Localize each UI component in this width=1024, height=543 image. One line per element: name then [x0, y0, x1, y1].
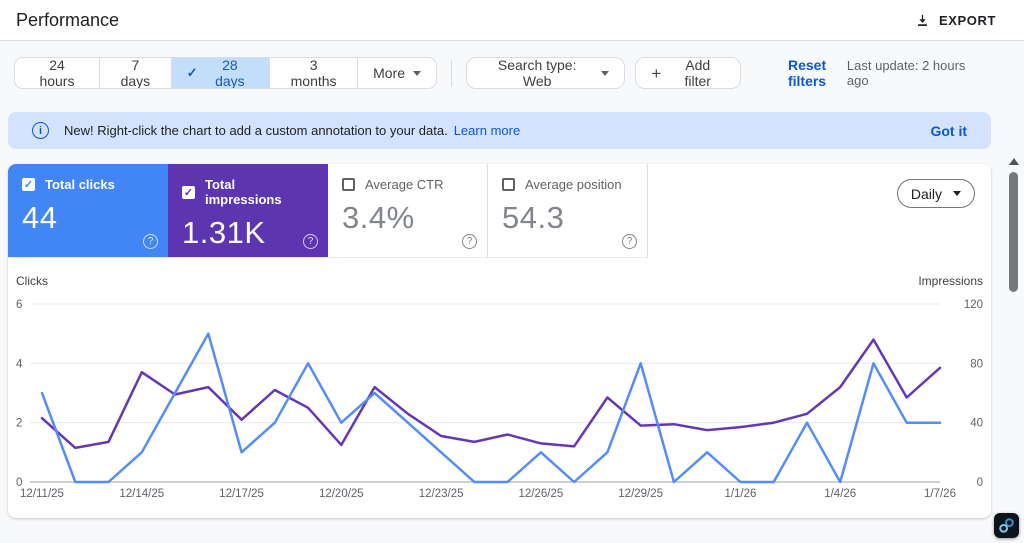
- granularity-label: Daily: [910, 185, 942, 202]
- metric-label: Average CTR: [365, 177, 444, 192]
- export-label: EXPORT: [938, 12, 996, 28]
- svg-text:12/26/25: 12/26/25: [519, 488, 564, 500]
- annotation-banner: i New! Right-click the chart to add a cu…: [8, 112, 991, 149]
- chevron-down-icon: [413, 70, 422, 76]
- granularity-dropdown[interactable]: Daily: [896, 179, 975, 208]
- performance-card: ✓ Total clicks 44 ? ✓ Total impressions …: [8, 164, 991, 518]
- metric-head: Average CTR: [342, 177, 473, 192]
- tab-28-days[interactable]: ✓ 28 days: [171, 57, 271, 89]
- svg-text:120: 120: [964, 299, 983, 311]
- svg-text:12/29/25: 12/29/25: [618, 488, 663, 500]
- scroll-thumb[interactable]: [1009, 172, 1018, 292]
- metric-label: Total impressions: [205, 177, 282, 207]
- metrics-row: ✓ Total clicks 44 ? ✓ Total impressions …: [8, 164, 991, 258]
- svg-text:0: 0: [977, 477, 983, 489]
- svg-text:4: 4: [16, 358, 23, 370]
- metric-value: 3.4%: [342, 200, 415, 235]
- metric-head: Average position: [502, 177, 633, 192]
- metric-card-average-ctr[interactable]: Average CTR 3.4% ?: [328, 164, 488, 258]
- performance-page: { "header": { "title": "Performance", "e…: [0, 0, 1024, 543]
- add-filter-label: Add filter: [684, 57, 711, 89]
- svg-text:12/14/25: 12/14/25: [119, 488, 164, 500]
- performance-chart[interactable]: 0 0 2 40 4 80 6 120 Clicks Impressions 12/11/25 12/…: [8, 272, 991, 506]
- svg-text:Impressions: Impressions: [918, 274, 983, 288]
- svg-text:6: 6: [16, 299, 22, 311]
- info-icon: i: [32, 122, 49, 139]
- help-icon[interactable]: ?: [622, 234, 637, 249]
- search-type-label: Search type: Web: [497, 57, 577, 89]
- metric-value: 44: [22, 200, 58, 235]
- metric-label: Average position: [525, 177, 622, 192]
- svg-text:Clicks: Clicks: [16, 274, 48, 288]
- svg-text:1/7/26: 1/7/26: [924, 488, 956, 500]
- page-title: Performance: [16, 9, 120, 30]
- svg-text:1/1/26: 1/1/26: [724, 488, 756, 500]
- learn-more-link[interactable]: Learn more: [454, 123, 520, 138]
- tab-label: 7 days: [120, 57, 151, 89]
- help-icon[interactable]: ?: [462, 234, 477, 249]
- svg-text:2: 2: [16, 418, 22, 430]
- download-icon: [915, 13, 930, 28]
- svg-text:1/4/26: 1/4/26: [824, 488, 856, 500]
- scrollbar[interactable]: [1007, 156, 1021, 543]
- average-position-checkbox[interactable]: [502, 178, 515, 191]
- metric-card-total-impressions[interactable]: ✓ Total impressions 1.31K ?: [168, 164, 328, 258]
- svg-text:12/11/25: 12/11/25: [20, 488, 64, 500]
- chevron-down-icon: [953, 191, 961, 196]
- svg-text:12/17/25: 12/17/25: [219, 488, 264, 500]
- total-impressions-checkbox[interactable]: ✓: [182, 185, 195, 199]
- link-badge[interactable]: [994, 513, 1019, 538]
- help-icon[interactable]: ?: [303, 234, 318, 249]
- metric-head: ✓ Total clicks: [22, 177, 154, 192]
- got-it-button[interactable]: Got it: [930, 123, 967, 139]
- add-filter-button[interactable]: + Add filter: [635, 57, 742, 89]
- svg-text:40: 40: [970, 418, 983, 430]
- date-range-tabs: 24 hours 7 days ✓ 28 days 3 months More: [14, 57, 437, 89]
- filter-bar: 24 hours 7 days ✓ 28 days 3 months More …: [0, 41, 1024, 105]
- svg-text:80: 80: [970, 358, 983, 370]
- help-icon[interactable]: ?: [143, 234, 158, 249]
- tab-7-days[interactable]: 7 days: [99, 57, 172, 89]
- tab-label: 3 months: [290, 57, 337, 89]
- tab-3-months[interactable]: 3 months: [270, 57, 359, 89]
- chevron-down-icon: [601, 70, 610, 76]
- plus-icon: +: [651, 63, 662, 83]
- check-icon: ✓: [186, 65, 198, 80]
- svg-text:12/23/25: 12/23/25: [419, 488, 464, 500]
- search-type-filter[interactable]: Search type: Web: [466, 57, 626, 89]
- metric-value: 1.31K: [182, 215, 266, 250]
- divider: [451, 60, 452, 86]
- metric-label: Total clicks: [45, 177, 115, 192]
- svg-text:12/20/25: 12/20/25: [319, 488, 364, 500]
- metric-head: ✓ Total impressions: [182, 177, 314, 207]
- banner-message: New! Right-click the chart to add a cust…: [64, 123, 448, 138]
- export-button[interactable]: EXPORT: [915, 13, 996, 28]
- header: Performance EXPORT: [0, 0, 1024, 41]
- tab-more[interactable]: More: [358, 58, 436, 88]
- tab-24-hours[interactable]: 24 hours: [15, 58, 100, 88]
- tab-label: 24 hours: [39, 57, 75, 89]
- metric-value: 54.3: [502, 200, 565, 235]
- metric-card-average-position[interactable]: Average position 54.3 ?: [488, 164, 648, 258]
- metric-card-total-clicks[interactable]: ✓ Total clicks 44 ?: [8, 164, 168, 258]
- tab-label: More: [373, 65, 406, 81]
- average-ctr-checkbox[interactable]: [342, 178, 355, 191]
- link-icon: [998, 517, 1015, 534]
- reset-filters-link[interactable]: Reset filters: [767, 57, 847, 89]
- last-update-text: Last update: 2 hours ago: [846, 58, 966, 88]
- scroll-up-button[interactable]: [1009, 158, 1019, 165]
- tab-label: 28 days: [215, 57, 245, 89]
- total-clicks-checkbox[interactable]: ✓: [22, 178, 35, 191]
